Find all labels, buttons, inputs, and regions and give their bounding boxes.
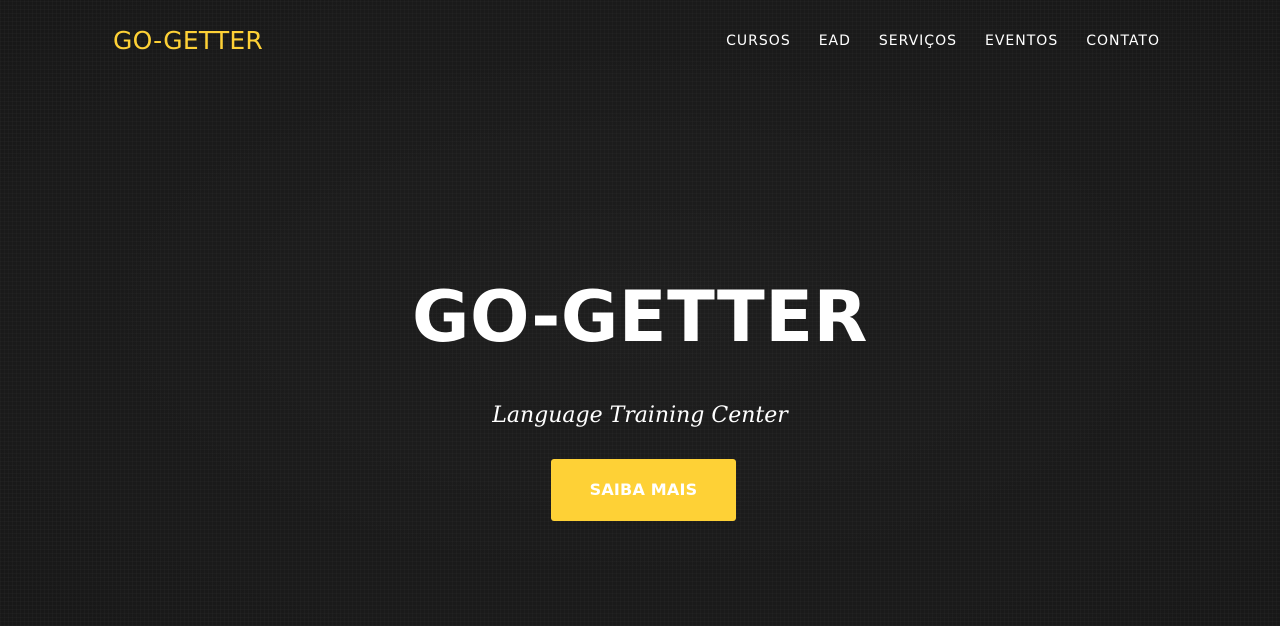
- navbar: GO-GETTER CURSOS EAD SERVIÇOS EVENTOS CO…: [0, 0, 1280, 82]
- nav-item-servicos[interactable]: SERVIÇOS: [879, 29, 957, 53]
- nav-item-contato[interactable]: CONTATO: [1086, 29, 1160, 53]
- nav-menu: CURSOS EAD SERVIÇOS EVENTOS CONTATO: [698, 29, 1160, 53]
- nav-item-eventos[interactable]: EVENTOS: [985, 29, 1058, 53]
- hero-subtitle: Language Training Center: [492, 403, 788, 428]
- hero-section: GO-GETTER Language Training Center SAIBA…: [0, 0, 1280, 626]
- nav-item-ead[interactable]: EAD: [819, 29, 851, 53]
- nav-item-cursos[interactable]: CURSOS: [726, 29, 791, 53]
- hero-title: GO-GETTER: [412, 276, 868, 358]
- saiba-mais-button[interactable]: SAIBA MAIS: [551, 459, 736, 521]
- brand-logo[interactable]: GO-GETTER: [113, 24, 263, 58]
